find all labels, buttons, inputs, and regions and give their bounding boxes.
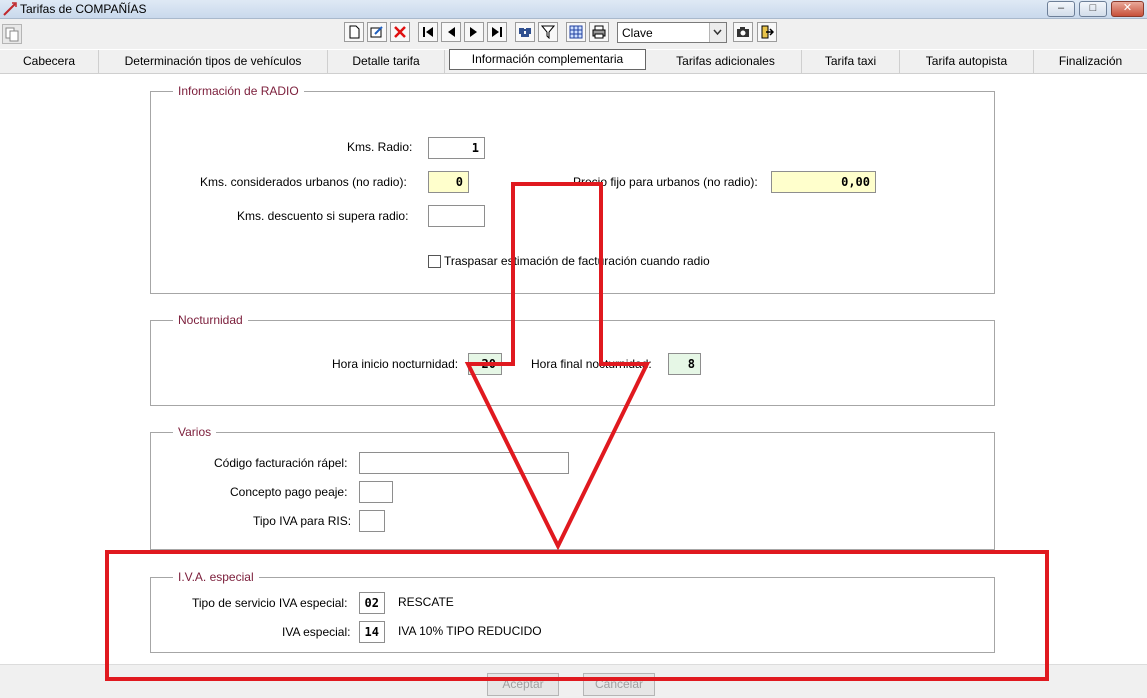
search-field-combo[interactable]: Clave [617, 22, 727, 43]
nocturnidad-group-title: Nocturnidad [173, 313, 248, 327]
print-icon[interactable] [589, 22, 609, 42]
iva-especial-label: IVA especial: [282, 625, 351, 639]
find-icon[interactable] [515, 22, 535, 42]
title-bar: Tarifas de COMPAÑÍAS – □ ✕ [0, 0, 1147, 19]
close-button[interactable]: ✕ [1111, 1, 1144, 17]
traspasar-checkbox[interactable] [428, 255, 441, 268]
kms-radio-label: Kms. Radio: [347, 140, 413, 154]
cancel-button[interactable]: Cancelar [583, 673, 655, 696]
traspasar-label: Traspasar estimación de facturación cuan… [444, 254, 710, 268]
tipo-servicio-iva-field[interactable]: 02 [359, 592, 385, 614]
concepto-peaje-label: Concepto pago peaje: [230, 485, 348, 499]
tab-cabecera[interactable]: Cabecera [0, 50, 99, 74]
accept-button[interactable]: Aceptar [487, 673, 559, 696]
copy-icon[interactable] [2, 24, 22, 44]
chevron-down-icon[interactable] [709, 23, 726, 42]
maximize-button[interactable]: □ [1079, 1, 1107, 17]
camera-icon[interactable] [733, 22, 753, 42]
iva-especial-description: IVA 10% TIPO REDUCIDO [398, 624, 542, 638]
button-bar: Aceptar Cancelar [0, 664, 1147, 698]
tab-determinacion-tipos-vehiculos[interactable]: Determinación tipos de vehículos [99, 50, 328, 74]
tipo-iva-ris-field[interactable] [359, 510, 385, 532]
kms-descuento-label: Kms. descuento si supera radio: [237, 209, 409, 223]
kms-radio-field[interactable]: 1 [428, 137, 485, 159]
tipo-servicio-iva-description: RESCATE [398, 595, 454, 609]
minimize-button[interactable]: – [1047, 1, 1075, 17]
precio-fijo-field[interactable]: 0,00 [771, 171, 876, 193]
iva-especial-field[interactable]: 14 [359, 621, 385, 643]
tab-detalle-tarifa[interactable]: Detalle tarifa [328, 50, 445, 74]
codigo-facturacion-label: Código facturación rápel: [214, 456, 348, 470]
hora-inicio-field[interactable]: 20 [468, 353, 502, 375]
kms-descuento-field[interactable] [428, 205, 485, 227]
first-record-icon[interactable] [418, 22, 438, 42]
precio-fijo-label: Precio fijo para urbanos (no radio): [573, 175, 758, 189]
tipo-iva-ris-label: Tipo IVA para RIS: [253, 514, 352, 528]
iva-especial-group: I.V.A. especial [150, 570, 995, 653]
radio-group-title: Información de RADIO [173, 84, 304, 98]
grid-view-icon[interactable] [566, 22, 586, 42]
tab-informacion-complementaria[interactable]: Información complementaria [449, 49, 646, 70]
tab-tarifa-taxi[interactable]: Tarifa taxi [802, 50, 900, 74]
codigo-facturacion-field[interactable] [359, 452, 569, 474]
exit-icon[interactable] [757, 22, 777, 42]
edit-record-icon[interactable] [367, 22, 387, 42]
hora-final-label: Hora final nocturnidad: [531, 357, 652, 371]
tipo-servicio-iva-label: Tipo de servicio IVA especial: [192, 596, 348, 610]
hora-inicio-label: Hora inicio nocturnidad: [332, 357, 459, 371]
tab-finalizacion[interactable]: Finalización [1034, 50, 1147, 74]
filter-icon[interactable] [538, 22, 558, 42]
hora-final-field[interactable]: 8 [668, 353, 701, 375]
tab-tarifas-adicionales[interactable]: Tarifas adicionales [650, 50, 802, 74]
new-record-icon[interactable] [344, 22, 364, 42]
varios-group-title: Varios [173, 425, 217, 439]
tab-tarifa-autopista[interactable]: Tarifa autopista [900, 50, 1034, 74]
iva-especial-group-title: I.V.A. especial [173, 570, 259, 584]
previous-record-icon[interactable] [441, 22, 461, 42]
window-title: Tarifas de COMPAÑÍAS [20, 2, 147, 16]
kms-urbanos-label: Kms. considerados urbanos (no radio): [200, 175, 407, 189]
search-field-value: Clave [622, 26, 653, 40]
app-icon [3, 2, 17, 16]
delete-record-icon[interactable] [390, 22, 410, 42]
kms-urbanos-field[interactable]: 0 [428, 171, 469, 193]
tab-strip: Cabecera Determinación tipos de vehículo… [0, 49, 1147, 74]
last-record-icon[interactable] [487, 22, 507, 42]
concepto-peaje-field[interactable] [359, 481, 393, 503]
next-record-icon[interactable] [464, 22, 484, 42]
